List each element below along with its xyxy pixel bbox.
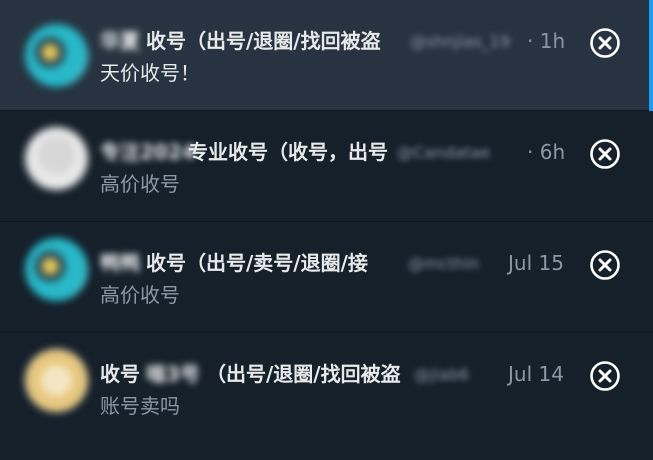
close-button[interactable] [590,139,620,169]
close-circle-icon [590,361,620,391]
message-preview: 天价收号！ [100,61,200,85]
conversation-list: 华夏 收号（出号/退圈/找回被盗 @shnjias_19 · 1h 天价收号！ … [0,0,653,460]
conversation-item[interactable]: 收号 喵3号 （出号/退圈/找回被盗 @jiab6 Jul 14 账号卖吗 [0,333,653,444]
close-circle-icon [590,250,620,280]
timestamp: · 6h [527,140,566,164]
close-button[interactable] [590,28,620,58]
timestamp: · 1h [527,29,566,53]
conversation-item[interactable]: 华夏 收号（出号/退圈/找回被盗 @shnjias_19 · 1h 天价收号！ [0,0,653,111]
display-name: 专业收号（收号，出号 [188,140,388,164]
conversation-header: 专注2024 专业收号（收号，出号 @Candatae · 6h [100,139,653,165]
close-button[interactable] [590,250,620,280]
display-name: （出号/退圈/找回被盗 [206,362,401,386]
avatar[interactable] [25,127,88,190]
display-name: 收号（出号/退圈/找回被盗 [146,29,381,53]
message-preview: 高价收号 [100,283,180,307]
user-handle: @mcthin [408,254,480,273]
display-name-prefix: 收号 [100,362,140,386]
close-circle-icon [590,28,620,58]
blurred-display-name: 鸭鸭 [100,251,140,275]
conversation-item[interactable]: 专注2024 专业收号（收号，出号 @Candatae · 6h 高价收号 [0,111,653,222]
blurred-display-name: 专注2024 [100,140,196,164]
blurred-display-name: 喵3号 [146,362,200,386]
close-button[interactable] [590,361,620,391]
timestamp: Jul 15 [508,251,564,275]
timestamp: Jul 14 [508,362,564,386]
avatar[interactable] [25,349,88,412]
avatar[interactable] [25,238,88,301]
close-circle-icon [590,139,620,169]
blurred-display-name: 华夏 [100,29,140,53]
conversation-header: 鸭鸭 收号（出号/卖号/退圈/接 @mcthin Jul 15 [100,250,653,276]
conversation-header: 收号 喵3号 （出号/退圈/找回被盗 @jiab6 Jul 14 [100,361,653,387]
conversation-item[interactable]: 鸭鸭 收号（出号/卖号/退圈/接 @mcthin Jul 15 高价收号 [0,222,653,333]
message-preview: 高价收号 [100,172,180,196]
user-handle: @shnjias_19 [410,32,511,51]
avatar[interactable] [25,24,88,87]
user-handle: @Candatae [397,143,490,162]
user-handle: @jiab6 [414,365,470,384]
conversation-header: 华夏 收号（出号/退圈/找回被盗 @shnjias_19 · 1h [100,28,653,54]
display-name: 收号（出号/卖号/退圈/接 [146,251,368,275]
message-preview: 账号卖吗 [100,394,180,418]
